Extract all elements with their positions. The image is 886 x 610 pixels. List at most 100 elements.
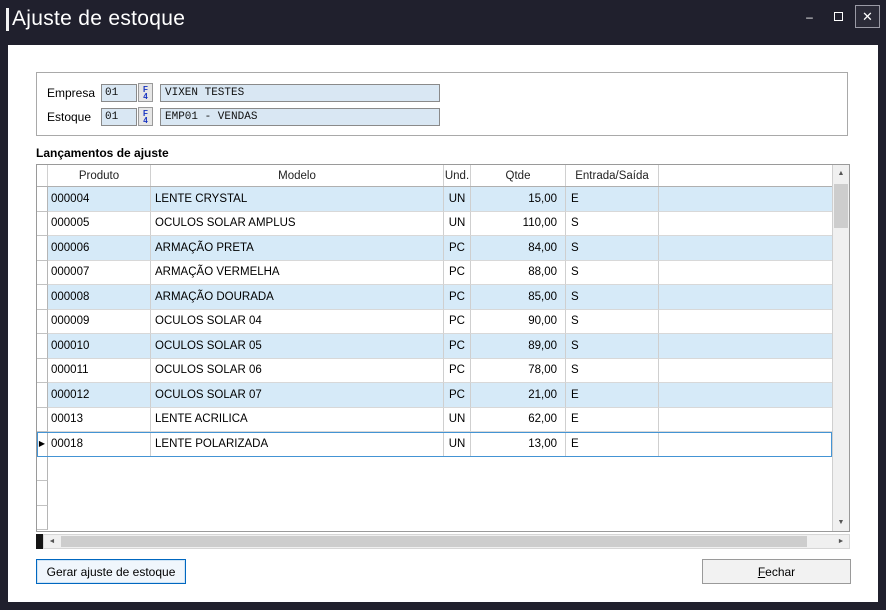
table-row[interactable]: 00013LENTE ACRILICAUN62,00E <box>37 408 832 433</box>
cell-und[interactable]: PC <box>444 359 471 384</box>
cell-modelo[interactable]: LENTE CRYSTAL <box>151 187 444 212</box>
cell-modelo[interactable]: LENTE POLARIZADA <box>151 432 444 457</box>
column-header-qtde[interactable]: Qtde <box>471 165 566 186</box>
vertical-scrollbar[interactable]: ▲ ▼ <box>832 165 849 531</box>
table-row[interactable]: 000005OCULOS SOLAR AMPLUSUN110,00S <box>37 212 832 237</box>
cell-und[interactable]: PC <box>444 285 471 310</box>
estoque-code-input[interactable] <box>101 108 137 126</box>
scroll-up-icon[interactable]: ▲ <box>833 165 849 182</box>
cell-es[interactable]: S <box>566 310 659 335</box>
cell-und[interactable]: PC <box>444 383 471 408</box>
cell-qtde[interactable]: 78,00 <box>471 359 566 384</box>
cell-es[interactable]: E <box>566 408 659 433</box>
cell-produto[interactable]: 000006 <box>48 236 151 261</box>
cell-filler <box>659 310 832 335</box>
table-row[interactable]: 000007ARMAÇÃO VERMELHAPC88,00S <box>37 261 832 286</box>
cell-produto[interactable]: 000008 <box>48 285 151 310</box>
cell-produto[interactable]: 000004 <box>48 187 151 212</box>
table-row[interactable]: 000011OCULOS SOLAR 06PC78,00S <box>37 359 832 384</box>
estoque-name-input[interactable] <box>160 108 440 126</box>
cell-qtde[interactable]: 90,00 <box>471 310 566 335</box>
column-header-und[interactable]: Und. <box>444 165 471 186</box>
column-header-entrada-saida[interactable]: Entrada/Saída <box>566 165 659 186</box>
cell-qtde[interactable]: 62,00 <box>471 408 566 433</box>
grid-header: Produto Modelo Und. Qtde Entrada/Saída <box>37 165 832 187</box>
table-row[interactable]: 000012OCULOS SOLAR 07PC21,00E <box>37 383 832 408</box>
cell-produto[interactable]: 000007 <box>48 261 151 286</box>
cell-produto[interactable]: 000005 <box>48 212 151 237</box>
gerar-ajuste-button[interactable]: Gerar ajuste de estoque <box>36 559 186 584</box>
vertical-scrollbar-thumb[interactable] <box>834 184 848 228</box>
cell-qtde[interactable]: 21,00 <box>471 383 566 408</box>
cell-und[interactable]: UN <box>444 187 471 212</box>
cell-und[interactable]: PC <box>444 310 471 335</box>
cell-filler <box>659 432 832 457</box>
cell-und[interactable]: UN <box>444 408 471 433</box>
cell-es[interactable]: E <box>566 187 659 212</box>
cell-es[interactable]: S <box>566 212 659 237</box>
column-header-modelo[interactable]: Modelo <box>151 165 444 186</box>
cell-modelo[interactable]: OCULOS SOLAR 06 <box>151 359 444 384</box>
grid-corner-block <box>36 534 43 549</box>
cell-modelo[interactable]: OCULOS SOLAR 07 <box>151 383 444 408</box>
table-row[interactable]: ▶00018LENTE POLARIZADAUN13,00E <box>37 432 832 457</box>
cell-modelo[interactable]: OCULOS SOLAR AMPLUS <box>151 212 444 237</box>
estoque-f4-lookup-button[interactable]: F 4 <box>138 107 153 126</box>
table-row[interactable]: 000010OCULOS SOLAR 05PC89,00S <box>37 334 832 359</box>
table-row[interactable]: 000004LENTE CRYSTALUN15,00E <box>37 187 832 212</box>
table-row[interactable]: 000006ARMAÇÃO PRETAPC84,00S <box>37 236 832 261</box>
cell-filler <box>659 359 832 384</box>
cell-modelo[interactable]: ARMAÇÃO PRETA <box>151 236 444 261</box>
horizontal-scrollbar[interactable]: ◄ ► <box>43 534 850 549</box>
f4-key-bottom: 4 <box>143 93 147 100</box>
minimize-button[interactable]: – <box>797 5 822 28</box>
cell-und[interactable]: PC <box>444 236 471 261</box>
cell-und[interactable]: PC <box>444 261 471 286</box>
empresa-code-input[interactable] <box>101 84 137 102</box>
cell-es[interactable]: E <box>566 432 659 457</box>
cell-es[interactable]: S <box>566 261 659 286</box>
fechar-button[interactable]: Fechar <box>702 559 851 584</box>
cell-und[interactable]: UN <box>444 212 471 237</box>
row-indicator <box>37 212 48 237</box>
cell-produto[interactable]: 00018 <box>48 432 151 457</box>
empresa-f4-lookup-button[interactable]: F 4 <box>138 83 153 102</box>
horizontal-scrollbar-thumb[interactable] <box>61 536 807 547</box>
scroll-down-icon[interactable]: ▼ <box>833 514 849 531</box>
cell-und[interactable]: PC <box>444 334 471 359</box>
cell-und[interactable]: UN <box>444 432 471 457</box>
cell-modelo[interactable]: ARMAÇÃO DOURADA <box>151 285 444 310</box>
cell-produto[interactable]: 00013 <box>48 408 151 433</box>
table-row[interactable]: 000009OCULOS SOLAR 04PC90,00S <box>37 310 832 335</box>
cell-es[interactable]: E <box>566 383 659 408</box>
cell-qtde[interactable]: 84,00 <box>471 236 566 261</box>
cell-modelo[interactable]: OCULOS SOLAR 04 <box>151 310 444 335</box>
table-row[interactable]: 000008ARMAÇÃO DOURADAPC85,00S <box>37 285 832 310</box>
scroll-left-icon[interactable]: ◄ <box>44 535 60 548</box>
cell-qtde[interactable]: 89,00 <box>471 334 566 359</box>
cell-produto[interactable]: 000012 <box>48 383 151 408</box>
close-button[interactable]: ✕ <box>855 5 880 28</box>
indicator-column-header <box>37 165 48 186</box>
cell-qtde[interactable]: 88,00 <box>471 261 566 286</box>
cell-modelo[interactable]: OCULOS SOLAR 05 <box>151 334 444 359</box>
cell-produto[interactable]: 000009 <box>48 310 151 335</box>
maximize-button[interactable] <box>826 5 851 28</box>
cell-qtde[interactable]: 110,00 <box>471 212 566 237</box>
column-header-produto[interactable]: Produto <box>48 165 151 186</box>
cell-modelo[interactable]: LENTE ACRILICA <box>151 408 444 433</box>
cell-es[interactable]: S <box>566 285 659 310</box>
cell-qtde[interactable]: 15,00 <box>471 187 566 212</box>
cell-es[interactable]: S <box>566 236 659 261</box>
cell-qtde[interactable]: 85,00 <box>471 285 566 310</box>
scroll-right-icon[interactable]: ► <box>833 535 849 548</box>
row-indicator <box>37 457 48 482</box>
cell-produto[interactable]: 000010 <box>48 334 151 359</box>
cell-produto[interactable]: 000011 <box>48 359 151 384</box>
cell-es[interactable]: S <box>566 334 659 359</box>
cell-modelo[interactable]: ARMAÇÃO VERMELHA <box>151 261 444 286</box>
row-indicator <box>37 383 48 408</box>
empresa-name-input[interactable] <box>160 84 440 102</box>
cell-es[interactable]: S <box>566 359 659 384</box>
cell-qtde[interactable]: 13,00 <box>471 432 566 457</box>
